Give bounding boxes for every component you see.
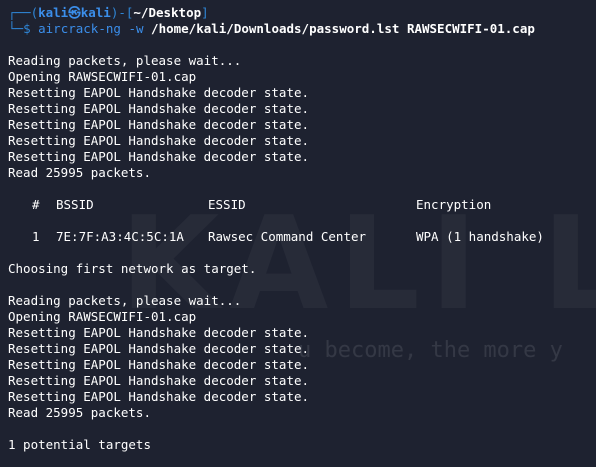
table-header-bssid: BSSID	[56, 197, 94, 212]
table-row-essid: Rawsec Command Center	[208, 229, 367, 244]
prompt-frame: )-[	[110, 5, 134, 20]
prompt-frame: ┌──(	[8, 5, 39, 20]
output-line: Resetting EAPOL Handshake decoder state.	[8, 101, 310, 116]
prompt-frame: └─	[8, 21, 24, 36]
output-line: Resetting EAPOL Handshake decoder state.	[8, 389, 310, 404]
prompt-line-1: ┌──(kali㉿kali)-[~/Desktop]	[8, 5, 209, 21]
prompt-user-host: kali㉿kali	[38, 5, 111, 20]
table-row-bssid: 7E:7F:A3:4C:5C:1A	[56, 229, 184, 244]
output-line: Resetting EAPOL Handshake decoder state.	[8, 149, 310, 164]
output-line: Resetting EAPOL Handshake decoder state.	[8, 341, 310, 356]
command-name: aircrack-ng	[38, 21, 121, 36]
output-line: Resetting EAPOL Handshake decoder state.	[8, 357, 310, 372]
output-line: Opening RAWSECWIFI-01.cap	[8, 309, 197, 324]
command-line[interactable]: └─$ aircrack-ng -w /home/kali/Downloads/…	[8, 21, 535, 37]
table-row-num: 1	[32, 229, 40, 244]
prompt-cwd: ~/Desktop	[133, 5, 202, 20]
output-line: Reading packets, please wait...	[8, 293, 242, 308]
table-header-essid: ESSID	[208, 197, 246, 212]
output-line: Resetting EAPOL Handshake decoder state.	[8, 133, 310, 148]
output-line: Resetting EAPOL Handshake decoder state.	[8, 117, 310, 132]
terminal-window[interactable]: KALI LI u become, the more y ┌──(kali㉿ka…	[0, 0, 596, 467]
kali-watermark-tagline: u become, the more y	[298, 338, 563, 363]
table-row-encryption: WPA (1 handshake)	[416, 229, 544, 244]
output-line: Read 25995 packets.	[8, 165, 151, 180]
choosing-target-line: Choosing first network as target.	[8, 261, 257, 276]
table-header-encryption: Encryption	[416, 197, 492, 212]
prompt-dollar: $	[23, 21, 31, 36]
command-capfile-arg: RAWSECWIFI-01.cap	[406, 21, 535, 36]
output-line: Opening RAWSECWIFI-01.cap	[8, 69, 197, 84]
output-line: Read 25995 packets.	[8, 405, 151, 420]
summary-line: 1 potential targets	[8, 437, 151, 452]
output-line: Reading packets, please wait...	[8, 53, 242, 68]
prompt-frame: ]	[201, 5, 209, 20]
output-line: Resetting EAPOL Handshake decoder state.	[8, 85, 310, 100]
output-line: Resetting EAPOL Handshake decoder state.	[8, 373, 310, 388]
command-wordlist-arg: /home/kali/Downloads/password.lst	[151, 21, 400, 36]
table-header-num: #	[32, 197, 40, 212]
output-line: Resetting EAPOL Handshake decoder state.	[8, 325, 310, 340]
command-flag: -w	[128, 21, 144, 36]
